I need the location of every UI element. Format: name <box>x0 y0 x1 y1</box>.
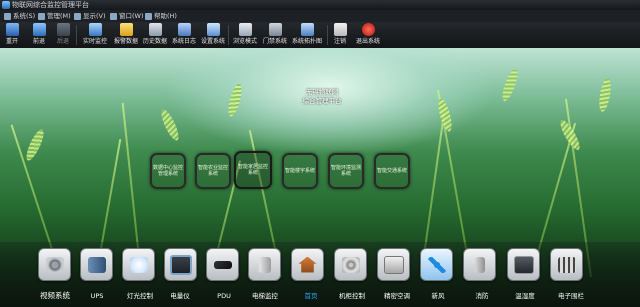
dock-label-light: 灯光控制 <box>127 292 153 300</box>
home-icon <box>298 256 317 273</box>
dock-label-ups: UPS <box>90 292 104 300</box>
menu-system[interactable]: 系统(S) <box>4 10 35 22</box>
cabinet-icon <box>341 256 360 273</box>
dock-fresh-air-button[interactable] <box>420 248 453 281</box>
wheat-ear <box>597 77 613 113</box>
platform-title: 无锡物联网 综合管理平台 <box>302 88 342 105</box>
dock-label-home: 首页 <box>304 292 318 300</box>
module-smart-traffic[interactable]: 智能交通系统 <box>374 153 410 189</box>
toolbar-exit-button[interactable]: 退出系统 <box>355 23 381 45</box>
dock-label-fire-protection: 消防 <box>475 292 489 300</box>
module-data-center[interactable]: 数据中心监控管理系统 <box>150 153 186 189</box>
forward-icon <box>56 23 70 36</box>
dock-label-air-conditioner: 精密空调 <box>384 292 410 300</box>
toolbar-settings-button[interactable]: 设置系统 <box>200 23 226 45</box>
dock-home-button[interactable] <box>291 248 324 281</box>
dock-power-meter-button[interactable] <box>164 248 197 281</box>
wheat-ear <box>435 97 455 133</box>
toolbar-alarm-button[interactable]: 报警数据 <box>113 23 139 45</box>
window-icon <box>110 12 117 20</box>
dock-label-electronic-fence: 电子围栏 <box>558 292 584 300</box>
realtime-monitor-icon <box>88 23 102 36</box>
browse-mode-icon <box>238 23 252 36</box>
menu-view[interactable]: 显示(V) <box>74 10 106 22</box>
wheat-ear <box>158 107 182 143</box>
wheat-ear <box>225 82 245 118</box>
toolbar-topology-button[interactable]: 系统拓扑图 <box>292 23 322 45</box>
dock-label-cabinet: 机柜控制 <box>339 292 365 300</box>
dock-label-power-meter: 电量仪 <box>170 292 190 300</box>
menu-bar: 系统(S) 管理(M) 显示(V) 窗口(W) 帮助(H) <box>0 10 640 22</box>
window-title: 物联网综合监控管理平台 <box>12 1 89 9</box>
module-smart-home[interactable]: 智能家居监控系统 <box>234 151 272 189</box>
log-icon <box>177 23 191 36</box>
module-smart-agriculture[interactable]: 智能农业监控系统 <box>195 153 231 189</box>
settings-icon <box>206 23 220 36</box>
history-icon <box>148 23 162 36</box>
video-camera-icon <box>45 256 64 273</box>
toolbar-log-button[interactable]: 系统日志 <box>171 23 197 45</box>
access-control-icon <box>268 23 282 36</box>
logout-icon <box>333 23 347 36</box>
wheat-ear <box>499 67 521 103</box>
dock-label-elevator: 电梯监控 <box>252 292 278 300</box>
view-icon <box>74 12 81 20</box>
topology-icon <box>300 23 314 36</box>
menu-help[interactable]: 帮助(H) <box>145 10 177 22</box>
menu-window[interactable]: 窗口(W) <box>110 10 144 22</box>
back-icon <box>32 23 46 36</box>
system-icon <box>4 12 11 20</box>
toolbar-separator <box>228 25 229 45</box>
bottom-dock: 视频系统 UPS 灯光控制 电量仪 PDU 电梯监控 首页 机柜控制 精密空调 … <box>0 242 640 307</box>
dock-air-conditioner-button[interactable] <box>377 248 410 281</box>
dock-light-button[interactable] <box>122 248 155 281</box>
dock-pdu-button[interactable] <box>206 248 239 281</box>
title-bar: 物联网综合监控管理平台 <box>0 0 640 10</box>
alarm-icon <box>119 23 133 36</box>
dock-label-fresh-air: 新风 <box>431 292 445 300</box>
wheat-ear <box>23 127 47 163</box>
toolbar: 重开 前退 后退 实时监控 报警数据 历史数据 系统日志 设置系统 浏览模式 门… <box>0 22 640 49</box>
dock-temperature-humidity-button[interactable] <box>507 248 540 281</box>
temperature-humidity-icon <box>513 255 534 274</box>
toolbar-browse-mode-button[interactable]: 浏览模式 <box>232 23 258 45</box>
fire-protection-icon <box>474 256 485 273</box>
toolbar-separator <box>76 25 77 45</box>
menu-manage[interactable]: 管理(M) <box>38 10 71 22</box>
dock-video-button[interactable] <box>38 248 71 281</box>
dock-label-video: 视频系统 <box>40 291 70 300</box>
fresh-air-icon <box>427 256 446 273</box>
dock-label-pdu: PDU <box>217 292 231 300</box>
dock-cabinet-button[interactable] <box>334 248 367 281</box>
power-meter-icon <box>169 254 192 275</box>
dock-ups-button[interactable] <box>80 248 113 281</box>
toolbar-history-button[interactable]: 历史数据 <box>142 23 168 45</box>
reopen-icon <box>5 23 19 36</box>
dock-electronic-fence-button[interactable] <box>550 248 583 281</box>
toolbar-back-button[interactable]: 前退 <box>30 23 48 45</box>
help-icon <box>145 12 152 20</box>
ups-icon <box>87 256 106 273</box>
dock-label-temperature-humidity: 温湿度 <box>515 292 535 300</box>
manage-icon <box>38 12 45 20</box>
toolbar-logout-button[interactable]: 注销 <box>331 23 349 45</box>
elevator-icon <box>258 256 271 273</box>
module-environment-monitor[interactable]: 智能环境监测系统 <box>328 153 364 189</box>
dock-fire-protection-button[interactable] <box>463 248 496 281</box>
air-conditioner-icon <box>383 255 404 274</box>
module-smart-building[interactable]: 智能楼宇系统 <box>282 153 318 189</box>
app-icon <box>2 1 10 9</box>
exit-icon <box>361 23 375 36</box>
toolbar-forward-button[interactable]: 后退 <box>54 23 72 45</box>
toolbar-reopen-button[interactable]: 重开 <box>3 23 21 45</box>
electronic-fence-icon <box>557 256 576 273</box>
dock-elevator-button[interactable] <box>248 248 281 281</box>
toolbar-realtime-button[interactable]: 实时监控 <box>82 23 108 45</box>
light-control-icon <box>129 256 148 273</box>
toolbar-access-control-button[interactable]: 门禁系统 <box>262 23 288 45</box>
pdu-icon <box>213 260 232 269</box>
toolbar-separator <box>327 25 328 45</box>
